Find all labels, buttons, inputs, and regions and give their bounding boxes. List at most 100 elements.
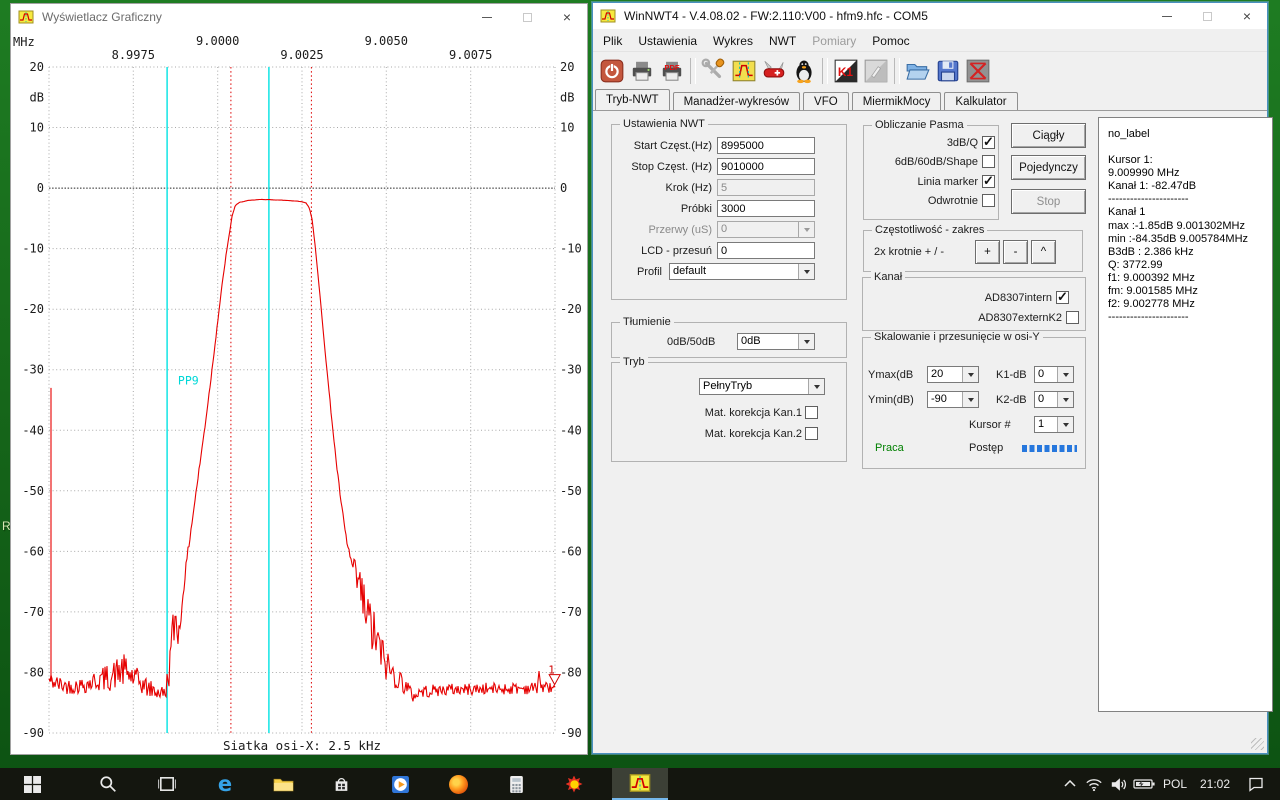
close-button[interactable]: ×	[1227, 3, 1267, 29]
korekcja-kan1-checkbox[interactable]	[805, 406, 818, 419]
calculator-button[interactable]	[496, 768, 536, 800]
stop-freq-input[interactable]	[717, 158, 815, 175]
probki-input[interactable]	[717, 200, 815, 217]
save-file-button[interactable]	[933, 56, 963, 86]
image-viewer-button[interactable]	[554, 768, 594, 800]
ymax-combo[interactable]: 20	[927, 366, 979, 383]
sweep-x-icon	[965, 58, 991, 84]
start-button[interactable]	[8, 768, 56, 800]
main-window-titlebar[interactable]: WinNWT4 - V.4.08.02 - FW:2.110:V00 - hfm…	[593, 3, 1267, 29]
ad8307intern-checkb0x[interactable]	[1056, 291, 1069, 304]
graph-display-button[interactable]	[729, 56, 759, 86]
firefox-icon	[449, 775, 468, 794]
file-explorer-button[interactable]	[263, 768, 303, 800]
krok-input	[717, 179, 815, 196]
linia-marker-checkbox[interactable]	[982, 175, 995, 188]
tab-vfo[interactable]: VFO	[803, 92, 849, 110]
ymin-combo[interactable]: -90	[927, 391, 979, 408]
chevron-down-icon	[798, 264, 814, 279]
pojedynczy-button[interactable]: Pojedynczy	[1011, 155, 1086, 180]
menu-wykres[interactable]: Wykres	[705, 32, 761, 50]
power-icon	[599, 58, 625, 84]
attenuator-combo[interactable]: 0dB	[737, 333, 815, 350]
edge-button[interactable]: e	[205, 768, 245, 800]
multitool-button[interactable]	[759, 56, 789, 86]
6db-60db-checkbox[interactable]	[982, 155, 995, 168]
maximize-button[interactable]	[1187, 3, 1227, 29]
tray-expand-button[interactable]	[1058, 768, 1082, 800]
tux-button[interactable]	[789, 56, 819, 86]
y-tick-label: -90	[22, 726, 44, 740]
menu-nwt[interactable]: NWT	[761, 32, 804, 50]
k2-db-combo[interactable]: 0	[1034, 391, 1074, 408]
x-axis-unit: MHz	[13, 35, 35, 49]
menu-pomoc[interactable]: Pomoc	[864, 32, 917, 50]
y-tick-label: -30	[22, 363, 44, 377]
kursor-combo[interactable]: 1	[1034, 416, 1074, 433]
tab-kalkulator[interactable]: Kalkulator	[944, 92, 1017, 110]
3db-q-checkbox[interactable]	[982, 136, 995, 149]
zakres-caret-button[interactable]: ^	[1031, 240, 1056, 264]
maximize-button[interactable]	[507, 4, 547, 30]
odwrotnie-checkbox[interactable]	[982, 194, 995, 207]
probki-label: Próbki	[612, 203, 712, 215]
winnwt-taskbar-button[interactable]	[612, 768, 668, 800]
graph-window-titlebar[interactable]: Wyświetlacz Graficzny ×	[11, 4, 587, 30]
resize-grip[interactable]	[1251, 738, 1264, 750]
graph-display-icon	[731, 58, 757, 84]
sweep-button[interactable]	[963, 56, 993, 86]
close-button[interactable]: ×	[547, 4, 587, 30]
settings-tools-button[interactable]	[699, 56, 729, 86]
chevron-down-icon	[962, 392, 978, 407]
menu-plik[interactable]: Plik	[595, 32, 630, 50]
y-tick-label: -20	[560, 302, 582, 316]
action-center-button[interactable]	[1240, 768, 1272, 800]
menubar: Plik Ustawienia Wykres NWT Pomiary Pomoc	[593, 31, 1267, 52]
start-freq-input[interactable]	[717, 137, 815, 154]
printer-pdf-icon: PDF	[659, 58, 685, 84]
zakres-minus-button[interactable]: -	[1003, 240, 1028, 264]
tray-network-button[interactable]	[1082, 768, 1106, 800]
tab-manadzer-wykresow[interactable]: Manadżer-wykresów	[673, 92, 800, 110]
group-title: Ustawienia NWT	[620, 118, 708, 130]
lcd-przesun-input[interactable]	[717, 242, 815, 259]
y-tick-label: -10	[560, 242, 582, 256]
menu-ustawienia[interactable]: Ustawienia	[630, 32, 705, 50]
tab-miermikmocy[interactable]: MiermikMocy	[852, 92, 942, 110]
taskbar-search-button[interactable]	[88, 768, 128, 800]
y-tick-label: 20	[560, 60, 574, 74]
y-tick-label: 10	[30, 121, 44, 135]
y-tick-label: -70	[22, 605, 44, 619]
group-title: Obliczanie Pasma	[872, 119, 967, 131]
tray-battery-button[interactable]	[1130, 768, 1158, 800]
tryb-combo[interactable]: PełnyTryb	[699, 378, 825, 395]
ad8307externk2-checkbox[interactable]	[1066, 311, 1079, 324]
minimize-button[interactable]	[1147, 3, 1187, 29]
firefox-button[interactable]	[438, 768, 478, 800]
y-tick-label: -60	[560, 544, 582, 558]
zakres-plus-button[interactable]: +	[975, 240, 1000, 264]
profil-label: Profil	[612, 266, 662, 278]
k1-db-combo[interactable]: 0	[1034, 366, 1074, 383]
print-pdf-button[interactable]: PDF	[657, 56, 687, 86]
info-line: min :-84.35dB 9.005784MHz	[1108, 233, 1272, 246]
store-button[interactable]	[321, 768, 361, 800]
info-line: B3dB : 2.386 kHz	[1108, 246, 1272, 259]
profil-combo[interactable]: default	[669, 263, 815, 280]
open-file-button[interactable]	[903, 56, 933, 86]
k1-channel-button[interactable]: K1	[831, 56, 861, 86]
desktop: { "desktop": { "partial_icon_label": "R"…	[0, 0, 1280, 800]
x-tick-label: 9.0050	[365, 34, 408, 48]
k2-channel-button[interactable]	[861, 56, 891, 86]
ciagly-button[interactable]: Ciągły	[1011, 123, 1086, 148]
power-button[interactable]	[597, 56, 627, 86]
tray-clock-button[interactable]: 21:02	[1192, 768, 1238, 800]
tray-language-button[interactable]: POL	[1158, 768, 1192, 800]
tray-volume-button[interactable]	[1106, 768, 1132, 800]
task-view-button[interactable]	[147, 768, 187, 800]
minimize-button[interactable]	[467, 4, 507, 30]
films-tv-button[interactable]	[380, 768, 420, 800]
korekcja-kan2-checkbox[interactable]	[805, 427, 818, 440]
tab-tryb-nwt[interactable]: Tryb-NWT	[595, 89, 670, 110]
print-button[interactable]	[627, 56, 657, 86]
